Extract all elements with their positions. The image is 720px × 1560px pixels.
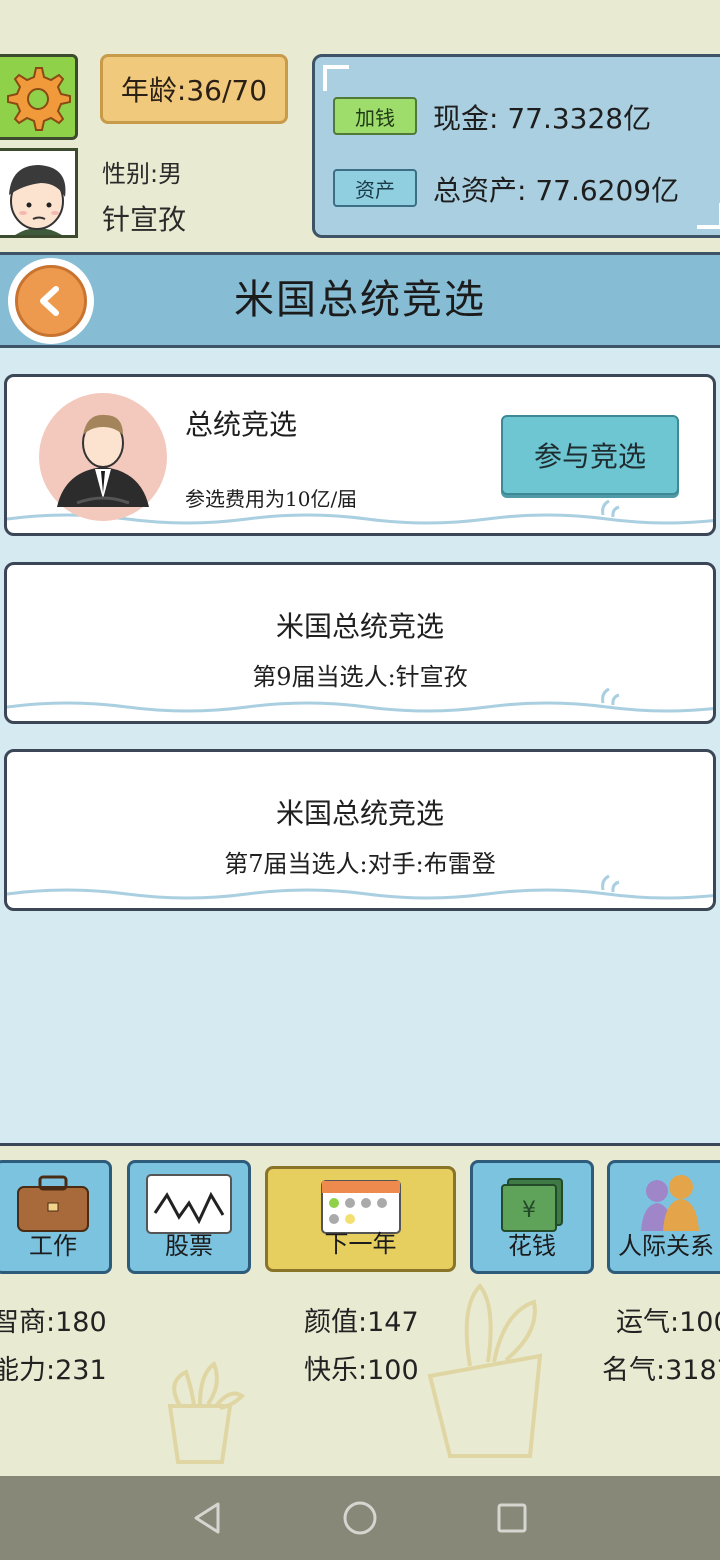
result-title: 米国总统竞选	[275, 610, 444, 643]
back-button[interactable]	[8, 258, 94, 344]
svg-text:¥: ¥	[522, 1198, 536, 1223]
gear-icon	[7, 67, 71, 131]
nav-spend-button[interactable]: ¥ 花钱	[470, 1160, 594, 1274]
nav-stocks-button[interactable]: 股票	[127, 1160, 251, 1274]
nav-label: 下一年	[324, 1230, 397, 1258]
player-name: 针宣孜	[102, 203, 187, 236]
stat-iq: 智商:180	[0, 1307, 107, 1338]
election-fee-text: 参选费用为10亿/届	[185, 487, 358, 511]
result-card: 米国总统竞选 第9届当选人:针宣孜	[4, 562, 716, 724]
result-winner: 第7届当选人:对手:布雷登	[224, 850, 496, 878]
system-navigation-bar	[0, 1476, 720, 1560]
nav-label: 股票	[165, 1232, 213, 1260]
result-card: 米国总统竞选 第7届当选人:对手:布雷登	[4, 749, 716, 911]
nav-work-button[interactable]: 工作	[0, 1160, 112, 1274]
back-arrow-icon	[40, 286, 59, 316]
gender-label: 性别:男	[102, 160, 183, 188]
add-money-button[interactable]: 加钱	[333, 97, 417, 135]
stat-ability: 能力:231	[0, 1355, 107, 1386]
join-election-button[interactable]: 参与竞选	[501, 415, 679, 495]
money-panel: 加钱 现金: 77.3328亿 资产 总资产: 77.6209亿	[312, 54, 720, 238]
nav-label: 工作	[29, 1232, 77, 1260]
people-icon	[641, 1175, 699, 1231]
stat-happiness: 快乐:100	[304, 1355, 419, 1386]
stat-luck: 运气:100	[616, 1307, 720, 1338]
total-assets-label: 总资产: 77.6209亿	[433, 174, 680, 207]
avatar[interactable]	[0, 148, 78, 238]
election-title: 总统竞选	[185, 408, 298, 441]
result-title: 米国总统竞选	[275, 797, 444, 830]
stat-fame: 名气:3187	[602, 1355, 720, 1386]
cash-label: 现金: 77.3328亿	[433, 102, 652, 135]
player-portrait-icon	[0, 151, 75, 235]
nav-label: 人际关系	[618, 1232, 714, 1260]
settings-button[interactable]	[0, 54, 78, 140]
nav-label: 花钱	[508, 1232, 556, 1260]
cactus-decoration-icon	[427, 1283, 543, 1458]
plant-decoration-icon	[167, 1360, 246, 1464]
president-portrait-icon	[39, 393, 167, 521]
stat-looks: 颜值:147	[304, 1307, 419, 1338]
page-title: 米国总统竞选	[234, 277, 486, 323]
nav-relationships-button[interactable]: 人际关系	[607, 1160, 720, 1274]
money-stack-icon: ¥	[501, 1178, 563, 1232]
result-winner: 第9届当选人:针宣孜	[252, 663, 468, 691]
home-circle-icon[interactable]	[342, 1500, 378, 1536]
election-card: 总统竞选 参选费用为10亿/届 参与竞选	[4, 374, 716, 536]
age-badge: 年龄:36/70	[100, 54, 288, 124]
recents-square-icon[interactable]	[496, 1502, 528, 1534]
back-triangle-icon[interactable]	[190, 1500, 224, 1536]
nav-next-year-button[interactable]: 下一年	[265, 1166, 456, 1272]
assets-button[interactable]: 资产	[333, 169, 417, 207]
